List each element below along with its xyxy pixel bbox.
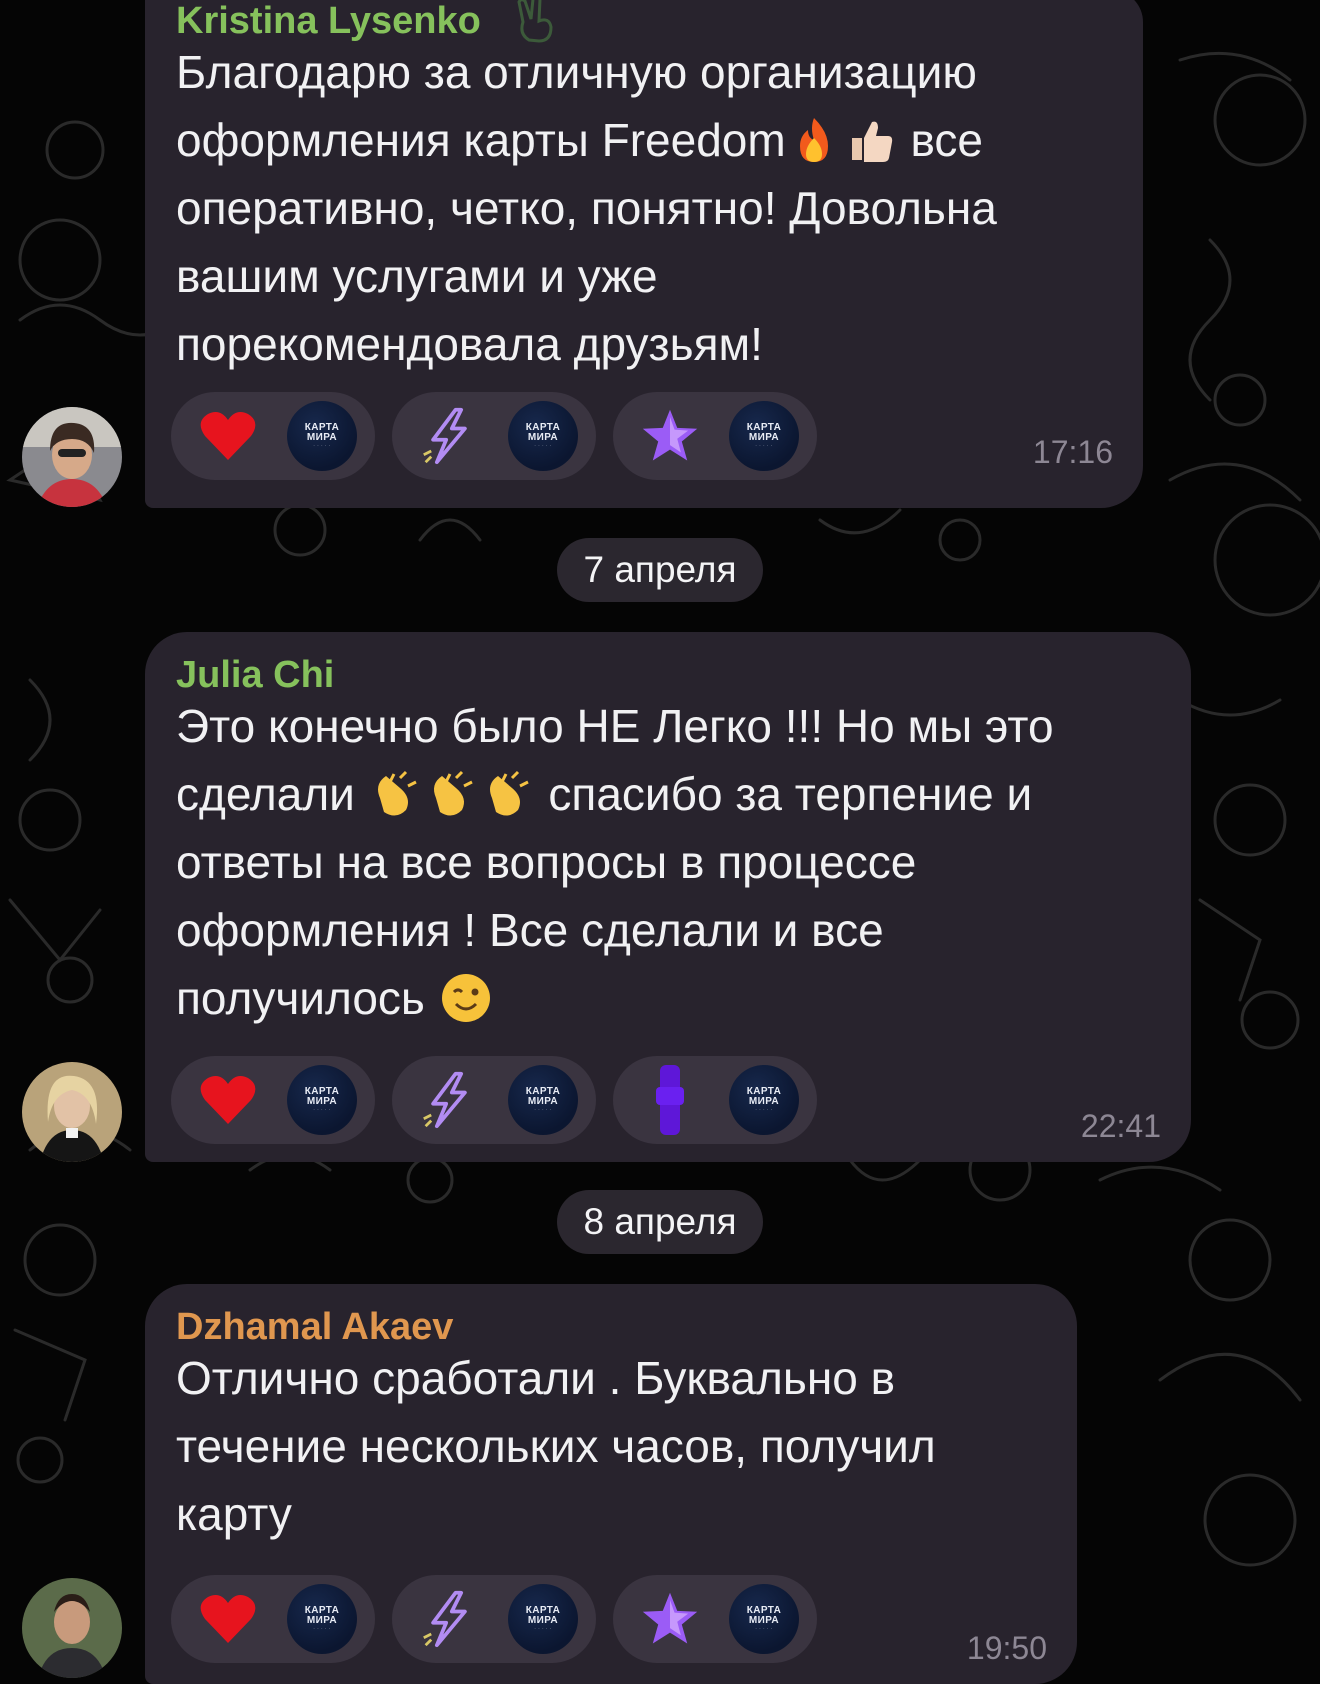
message-bubble[interactable]: Julia Chi Это конечно было НЕ Легко !!! … [145, 632, 1191, 1162]
clapping-hands-icon [377, 770, 417, 816]
reactions-row: КАРТА МИРА · · · · · КАРТА МИРА · · · · · КА… [171, 392, 817, 480]
reaction-user-avatar: КАРТА МИРА · · · · · [287, 1065, 357, 1135]
user-photo [22, 1062, 122, 1162]
reaction-star[interactable]: КАРТА МИРА · · · · · [613, 392, 817, 480]
date-separator: 8 апреля [557, 1190, 763, 1254]
reactions-row: КАРТА МИРА · · · · · КАРТА МИРА · · · · · КА… [171, 1056, 817, 1144]
reaction-user-avatar: КАРТА МИРА · · · · · [508, 1065, 578, 1135]
sender-name[interactable]: Julia Chi [176, 654, 334, 696]
heart-icon [200, 412, 256, 460]
message-time: 19:50 [966, 1630, 1047, 1666]
fire-icon [799, 118, 828, 162]
reaction-user-avatar: КАРТА МИРА · · · · · [508, 401, 578, 471]
reaction-heart[interactable]: КАРТА МИРА · · · · · [171, 392, 375, 480]
date-separator: 7 апреля [557, 538, 763, 602]
heart-icon [200, 1076, 256, 1124]
message-time: 17:16 [1032, 434, 1113, 470]
message-text: Благодарю за отличную организацию оформл… [176, 46, 997, 370]
reaction-user-avatar: КАРТА МИРА · · · · · [729, 401, 799, 471]
lightning-icon [423, 1590, 467, 1648]
thumbs-up-icon [851, 121, 892, 162]
user-photo [22, 407, 122, 507]
winking-face-icon [441, 974, 490, 1022]
reaction-user-avatar: КАРТА МИРА · · · · · [508, 1584, 578, 1654]
reaction-heart[interactable]: КАРТА МИРА · · · · · [171, 1056, 375, 1144]
purple-figure-icon [656, 1065, 684, 1135]
message-time: 22:41 [1080, 1108, 1161, 1144]
clapping-hands-icon [433, 770, 473, 816]
message-text: Это конечно было НЕ Легко !!! Но мы это … [176, 700, 1054, 1024]
message-text: Отлично сработали . Буквально в течение … [176, 1352, 936, 1540]
lightning-icon [423, 1071, 467, 1129]
sender-name[interactable]: Dzhamal Akaev [176, 1306, 453, 1348]
avatar[interactable] [22, 1578, 122, 1678]
sender-name[interactable]: Kristina Lysenko [176, 0, 481, 42]
reaction-user-avatar: КАРТА МИРА · · · · · [287, 1584, 357, 1654]
avatar[interactable] [22, 407, 122, 507]
heart-icon [200, 1595, 256, 1643]
avatar[interactable] [22, 1062, 122, 1162]
star-icon [642, 409, 698, 461]
reaction-user-avatar: КАРТА МИРА · · · · · [729, 1065, 799, 1135]
star-icon [642, 1592, 698, 1644]
reaction-lightning[interactable]: КАРТА МИРА · · · · · [392, 392, 596, 480]
reaction-user-avatar: КАРТА МИРА · · · · · [287, 401, 357, 471]
message-bubble[interactable]: Kristina Lysenko Благодарю за отличную о… [145, 0, 1143, 508]
reaction-lightning[interactable]: КАРТА МИРА · · · · · [392, 1056, 596, 1144]
message-bubble[interactable]: Dzhamal Akaev Отлично сработали . Буквал… [145, 1284, 1077, 1684]
lightning-icon [423, 407, 467, 465]
clapping-hands-icon [489, 770, 529, 816]
user-photo [22, 1578, 122, 1678]
reaction-user-avatar: КАРТА МИРА · · · · · [729, 1584, 799, 1654]
reaction-purple-figure[interactable]: КАРТА МИРА · · · · · [613, 1056, 817, 1144]
